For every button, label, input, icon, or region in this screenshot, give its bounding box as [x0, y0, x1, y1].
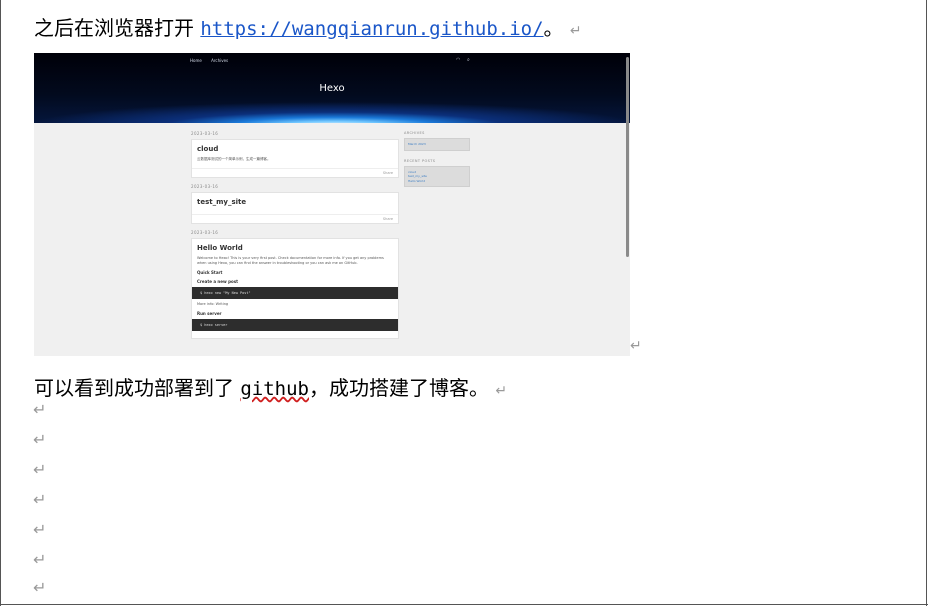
paragraph-text-end: ，成功搭建了博客。: [309, 376, 489, 400]
archives-box: March 2023: [404, 138, 470, 151]
post-date: 2023-03-16: [191, 230, 219, 235]
paragraph-mark-icon: ↵: [33, 578, 47, 597]
site-title: Hexo: [319, 83, 345, 94]
rss-icon: ◠: [456, 57, 461, 63]
paragraph-deploy-result: 可以看到成功部署到了 github，成功搭建了博客。 ↵: [34, 372, 507, 401]
post-card: cloud 云数据库测试的一个简单示例，生成一篇博客。 Share: [191, 139, 399, 178]
post-excerpt: 云数据库测试的一个简单示例，生成一篇博客。: [197, 157, 271, 161]
paragraph-mark-icon: ↵: [630, 338, 642, 354]
paragraph-text-end: 。: [543, 16, 564, 40]
search-icon: ⌕: [466, 57, 470, 63]
nav-item-archives: Archives: [211, 58, 229, 63]
post-title: Hello World: [197, 244, 243, 252]
post-heading: Quick Start: [197, 270, 223, 275]
code-block: $ hexo new "My New Post": [192, 287, 398, 299]
blog-banner: Home Archives ◠ ⌕ Hexo: [34, 53, 630, 123]
paragraph-text: 之后在浏览器打开: [34, 16, 201, 40]
post-subheading: Create a new post: [197, 279, 238, 284]
page-border-bottom: [0, 604, 928, 605]
post-title: cloud: [197, 145, 219, 153]
screenshot-scrollbar: [626, 57, 629, 257]
post-date: 2023-03-16: [191, 131, 219, 136]
post-list: 2023-03-16 cloud 云数据库测试的一个简单示例，生成一篇博客。 S…: [191, 131, 399, 345]
archives-heading: ARCHIVES: [404, 131, 425, 135]
post-title: test_my_site: [197, 198, 247, 206]
page-border-left: [0, 0, 1, 606]
paragraph-mark-icon: ↵: [33, 460, 47, 479]
post-share: Share: [192, 214, 398, 223]
post-date: 2023-03-16: [191, 184, 219, 189]
post-card: test_my_site Share: [191, 192, 399, 224]
blog-nav: Home Archives: [190, 58, 236, 63]
archive-link: March 2023: [408, 142, 426, 146]
post-share: Share: [192, 168, 398, 177]
paragraph-mark-icon: ↵: [33, 400, 47, 419]
page-border-right: [926, 0, 927, 606]
paragraph-text: 可以看到成功部署到了: [34, 376, 241, 400]
recent-post-link: Hello World: [408, 178, 426, 183]
paragraph-mark-icon: ↵: [33, 520, 47, 539]
code-block: $ hexo server: [192, 319, 398, 331]
banner-icons: ◠ ⌕: [456, 57, 470, 63]
nav-item-home: Home: [190, 58, 202, 63]
paragraph-mark-icon: ↵: [33, 490, 47, 509]
post-more-info: More info: Writing: [197, 302, 229, 306]
paragraph-mark-icon: ↵: [495, 383, 508, 399]
paragraph-mark-icon: ↵: [569, 23, 582, 39]
blog-sidebar: ARCHIVES March 2023 RECENT POSTS cloud t…: [404, 131, 470, 195]
post-subheading: Run server: [197, 311, 222, 316]
embedded-screenshot[interactable]: Home Archives ◠ ⌕ Hexo 2023-03-16 cloud …: [34, 53, 630, 356]
spellcheck-word: github: [240, 378, 309, 400]
paragraph-mark-icon: ↵: [33, 430, 47, 449]
paragraph-mark-icon: ↵: [33, 550, 47, 569]
recent-posts-box: cloud test_my_site Hello World: [404, 165, 470, 187]
post-card: Hello World Welcome to Hexo! This is you…: [191, 238, 399, 339]
paragraph-open-browser: 之后在浏览器打开 https://wangqianrun.github.io/。…: [34, 12, 582, 41]
post-excerpt: Welcome to Hexo! This is your very first…: [197, 256, 384, 265]
github-pages-link[interactable]: https://wangqianrun.github.io/: [200, 18, 543, 40]
recent-posts-heading: RECENT POSTS: [404, 158, 436, 163]
